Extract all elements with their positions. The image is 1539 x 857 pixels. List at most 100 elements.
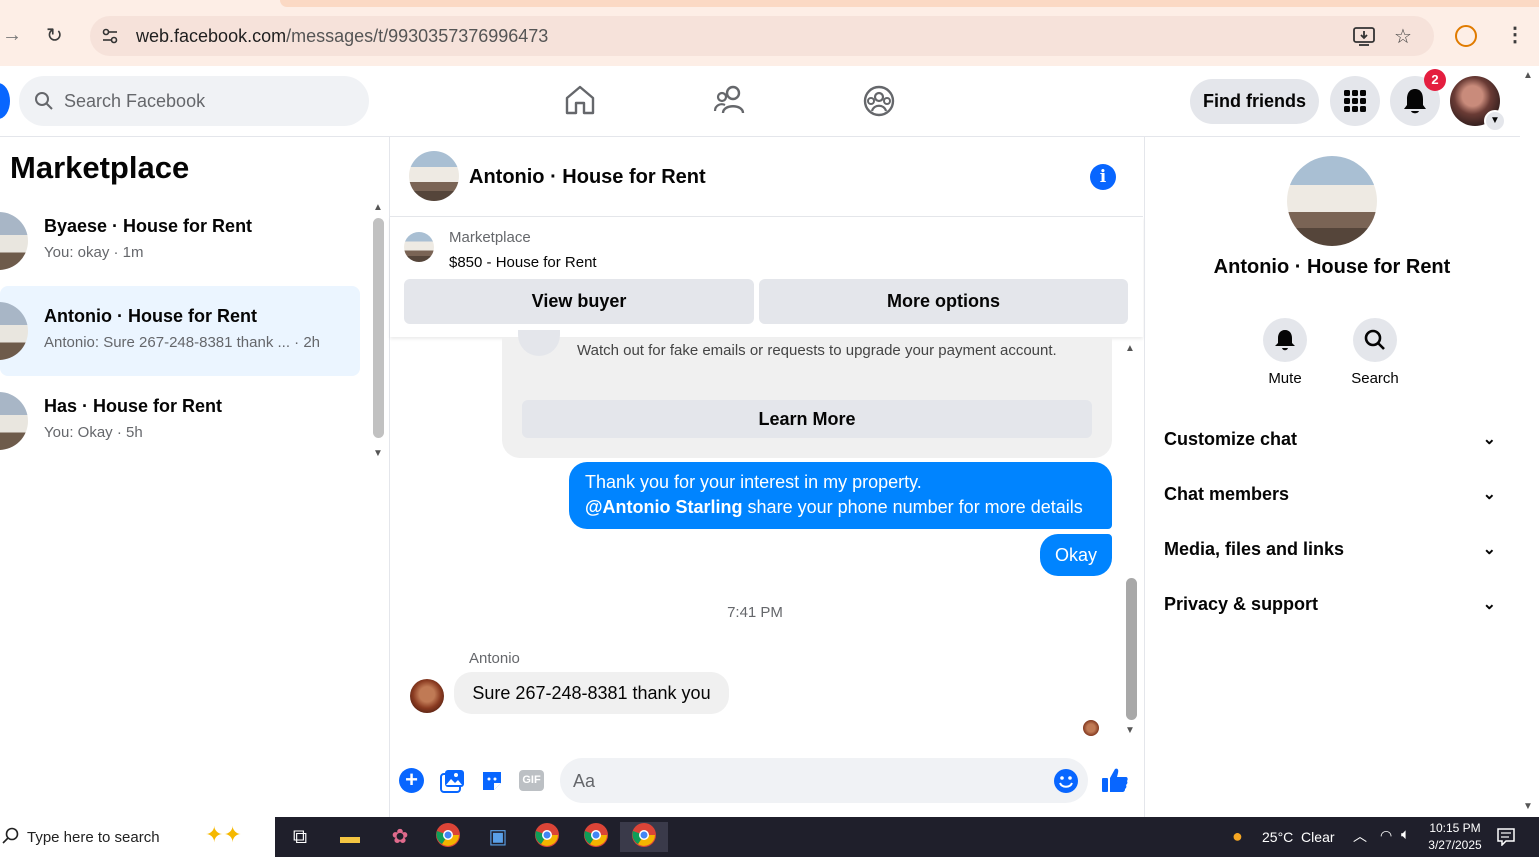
url-host: web.facebook.com [136, 26, 287, 46]
sent-message-bubble[interactable]: Okay [1040, 534, 1112, 576]
mute-button[interactable] [1263, 318, 1307, 362]
network-icon[interactable]: ◠ [1380, 827, 1392, 844]
conversation-thumbnail [0, 302, 28, 360]
search-placeholder: Search Facebook [64, 91, 206, 111]
facebook-search-input[interactable]: Search Facebook [19, 76, 369, 126]
chevron-down-icon: ⌄ [1482, 486, 1496, 503]
conversation-item-active[interactable]: Antonio · House for Rent Antonio: Sure 2… [0, 286, 360, 376]
sparkle-icon: ✦✦ [205, 822, 242, 847]
conversation-item[interactable]: Byaese · House for Rent You: okay · 1m [0, 196, 360, 286]
sent-message-bubble[interactable]: Thank you for your interest in my proper… [569, 462, 1112, 529]
learn-more-button[interactable]: Learn More [522, 400, 1092, 438]
chat-scrollbar[interactable] [1126, 578, 1137, 720]
site-info-icon[interactable] [100, 26, 120, 46]
taskbar-clock[interactable]: 10:15 PM 3/27/2025 [1425, 820, 1485, 854]
message-input[interactable] [560, 758, 1088, 803]
scroll-down-arrow[interactable]: ▼ [1125, 725, 1135, 736]
notification-center-icon[interactable] [1497, 828, 1515, 851]
listing-title[interactable]: $850 - House for Rent [449, 254, 597, 271]
bell-icon [1404, 89, 1426, 114]
task-view-icon[interactable]: ⧉ [280, 822, 320, 852]
privacy-support-section[interactable]: Privacy & support ⌄ [1164, 594, 1504, 634]
search-in-chat-button[interactable] [1353, 318, 1397, 362]
profile-icon[interactable] [1455, 25, 1477, 47]
mute-label: Mute [1268, 370, 1302, 387]
conversation-preview: Antonio: Sure 267-248-8381 thank ... · 2… [44, 334, 321, 351]
page-scrollbar[interactable] [1522, 66, 1539, 817]
chevron-up-icon[interactable]: ︿ [1353, 826, 1367, 846]
browser-menu-icon[interactable]: ⋮ [1505, 22, 1525, 47]
sender-name: Antonio [469, 650, 520, 667]
clock-time: 10:15 PM [1429, 821, 1481, 835]
weather-text[interactable]: 25°C Clear [1262, 829, 1335, 845]
section-label: Privacy & support [1164, 594, 1319, 614]
sticker-icon[interactable] [480, 769, 504, 798]
details-name: Antonio · House for Rent [1213, 256, 1451, 278]
chrome-icon[interactable] [576, 822, 616, 852]
conversation-preview: You: Okay · 5h [44, 424, 143, 441]
chat-title[interactable]: Antonio · House for Rent [469, 166, 706, 189]
chevron-down-icon: ⌄ [1482, 431, 1496, 448]
url-text[interactable]: web.facebook.com/messages/t/993035737699… [136, 26, 548, 47]
clock-date: 3/27/2025 [1428, 838, 1482, 852]
paint-icon[interactable]: ✿ [380, 822, 420, 852]
view-buyer-button[interactable]: View buyer [404, 279, 754, 324]
info-icon[interactable]: i [1090, 164, 1116, 190]
sidebar-title: Marketplace [10, 150, 190, 185]
emoji-icon[interactable] [1053, 768, 1079, 799]
message-text-line2: @Antonio Starling share your phone numbe… [585, 497, 1083, 518]
menu-button[interactable] [1330, 76, 1380, 126]
seen-indicator-avatar [1083, 720, 1099, 736]
conversation-name: Antonio · House for Rent [44, 306, 257, 326]
chevron-down-icon[interactable]: ▼ [1484, 110, 1506, 132]
sender-avatar[interactable] [410, 679, 444, 713]
message-placeholder: Aa [573, 771, 596, 791]
chevron-down-icon: ⌄ [1482, 541, 1496, 558]
more-options-button[interactable]: More options [759, 279, 1128, 324]
sidebar-scrollbar[interactable] [373, 218, 384, 438]
plus-icon[interactable]: + [399, 768, 424, 793]
grid-menu-icon [1344, 90, 1366, 112]
photos-icon[interactable]: ▣ [478, 822, 518, 852]
search-icon [1364, 329, 1385, 350]
volume-icon[interactable]: 🔈︎ [1401, 826, 1410, 843]
section-label: Media, files and links [1164, 539, 1345, 559]
scroll-down-arrow[interactable]: ▼ [373, 448, 383, 459]
media-files-links-section[interactable]: Media, files and links ⌄ [1164, 539, 1504, 579]
conversation-name: Byaese · House for Rent [44, 216, 253, 236]
find-friends-button[interactable]: Find friends [1190, 79, 1319, 124]
photo-icon[interactable] [440, 769, 465, 798]
details-avatar[interactable] [1287, 156, 1377, 246]
chat-avatar[interactable] [409, 151, 459, 201]
scroll-up-arrow[interactable]: ▲ [1125, 343, 1135, 354]
mention-link[interactable]: @Antonio Starling [585, 497, 743, 517]
scroll-down-arrow[interactable]: ▼ [1523, 801, 1533, 812]
customize-chat-section[interactable]: Customize chat ⌄ [1164, 429, 1504, 469]
received-message-bubble[interactable]: Sure 267-248-8381 thank you [454, 672, 729, 714]
thumbs-up-icon[interactable] [1101, 766, 1129, 799]
conversation-thumbnail [0, 392, 28, 450]
taskbar-search-placeholder: Type here to search [27, 829, 160, 846]
chrome-icon[interactable] [527, 822, 567, 852]
listing-thumbnail [404, 232, 434, 262]
section-label: Customize chat [1164, 429, 1298, 449]
scroll-up-arrow[interactable]: ▲ [373, 202, 383, 213]
section-label: Chat members [1164, 484, 1290, 504]
reload-icon[interactable]: ↻ [46, 23, 63, 48]
conversation-item[interactable]: Has · House for Rent You: Okay · 5h [0, 376, 360, 466]
marketplace-label: Marketplace [449, 229, 531, 246]
forward-icon[interactable]: → [2, 24, 22, 47]
weather-icon: ● [1232, 826, 1243, 846]
bookmark-star-icon[interactable]: ☆ [1394, 24, 1412, 49]
home-icon[interactable] [563, 84, 597, 121]
chat-members-section[interactable]: Chat members ⌄ [1164, 484, 1504, 524]
friends-icon[interactable] [713, 84, 747, 121]
chrome-icon-active[interactable] [620, 822, 668, 852]
groups-icon[interactable] [862, 84, 896, 123]
install-app-icon[interactable] [1352, 25, 1376, 52]
gif-icon[interactable]: GIF [519, 770, 544, 791]
url-path: /messages/t/9930357376996473 [286, 26, 549, 46]
chrome-icon[interactable] [428, 822, 468, 852]
file-explorer-icon[interactable]: ▬ [330, 822, 370, 852]
scroll-up-arrow[interactable]: ▲ [1523, 70, 1533, 81]
